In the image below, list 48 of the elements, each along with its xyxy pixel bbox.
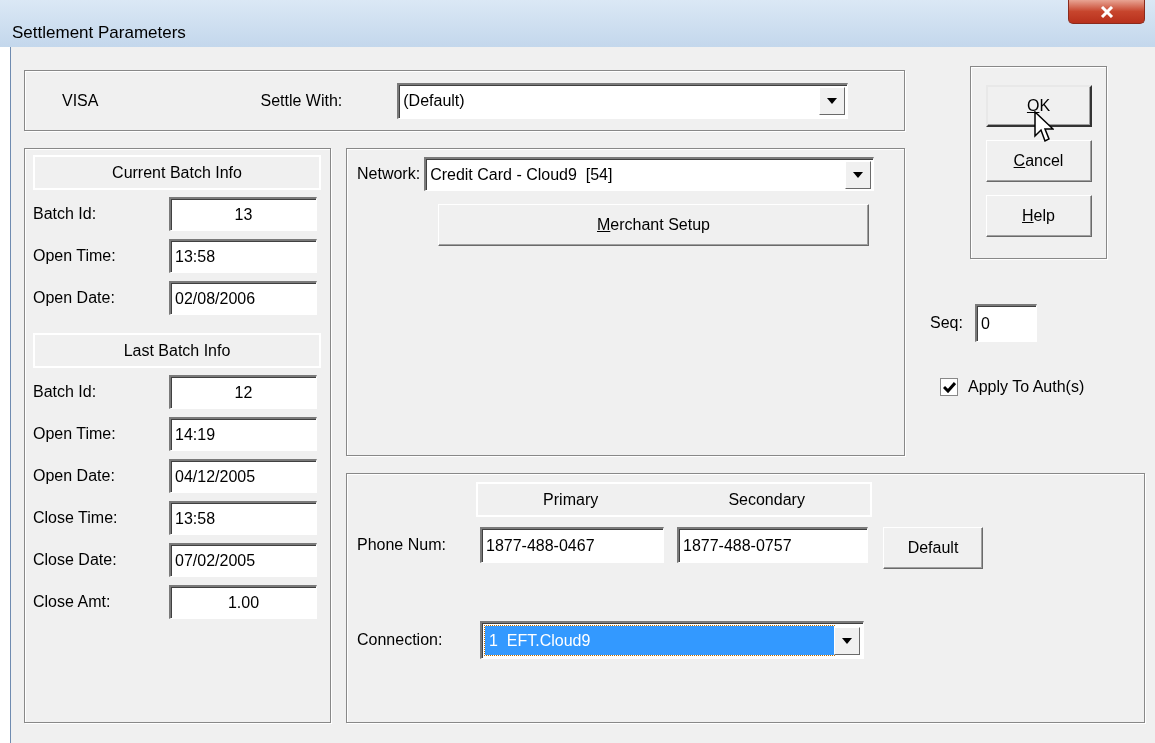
seq-field[interactable]: 0: [974, 304, 1037, 342]
section-header: Current Batch Info: [33, 155, 321, 190]
field-label: Open Date:: [33, 466, 116, 486]
text-field[interactable]: 13:58: [169, 239, 317, 273]
dropdown-field[interactable]: Credit Card - Cloud9 [54]: [424, 157, 875, 191]
close-button[interactable]: [1068, 0, 1145, 24]
card-type-label: VISA: [62, 90, 99, 111]
text-field[interactable]: 13: [169, 197, 317, 231]
text-field[interactable]: 1.00: [169, 585, 317, 619]
section-header: Last Batch Info: [33, 333, 321, 368]
caret-icon: [842, 637, 852, 644]
text-field[interactable]: 13:58: [169, 501, 317, 535]
field-label: Open Date:: [33, 288, 116, 308]
merchant-setup-button[interactable]: Merchant Setup: [438, 204, 869, 246]
column-header: Secondary: [728, 489, 805, 510]
settle-with-label: Settle With:: [260, 90, 343, 111]
column-header: Primary: [543, 489, 599, 510]
phone-label: Phone Num:: [357, 535, 447, 555]
dialog-button[interactable]: Help: [985, 195, 1092, 237]
dropdown-field[interactable]: (Default): [397, 82, 849, 119]
connection-label: Connection:: [357, 630, 444, 650]
text-field[interactable]: 04/12/2005: [169, 459, 317, 493]
caret-icon: [853, 171, 864, 178]
caret-icon: [827, 98, 838, 104]
seq-label: Seq:: [930, 313, 963, 333]
field-label: Batch Id:: [33, 382, 98, 402]
field-label: Open Time:: [33, 424, 117, 444]
close-icon: [1099, 5, 1114, 18]
phone-field[interactable]: 1877-488-0467: [480, 527, 664, 563]
checkbox[interactable]: [940, 378, 958, 396]
field-label: Close Date:: [33, 550, 118, 570]
field-label: Open Time:: [33, 246, 117, 266]
text-field[interactable]: 07/02/2005: [169, 543, 317, 577]
dialog-button[interactable]: OK: [985, 85, 1092, 127]
network-label: Network:: [357, 164, 421, 184]
window-title: Settlement Parameters: [12, 22, 186, 44]
selected-value: 1 EFT.Cloud9: [485, 626, 834, 655]
text-field[interactable]: 12: [169, 375, 317, 409]
dialog-button[interactable]: Cancel: [985, 140, 1092, 182]
checkbox-label: Apply To Auth(s): [968, 377, 1085, 397]
phone-field[interactable]: 1877-488-0757: [677, 527, 868, 563]
mouse-pointer-icon: [1034, 111, 1054, 145]
default-button[interactable]: Default: [883, 527, 983, 569]
text-field[interactable]: 14:19: [169, 417, 317, 451]
field-label: Batch Id:: [33, 204, 98, 224]
text-field[interactable]: 02/08/2006: [169, 281, 317, 315]
field-label: Close Amt:: [33, 592, 112, 612]
field-label: Close Time:: [33, 508, 119, 528]
